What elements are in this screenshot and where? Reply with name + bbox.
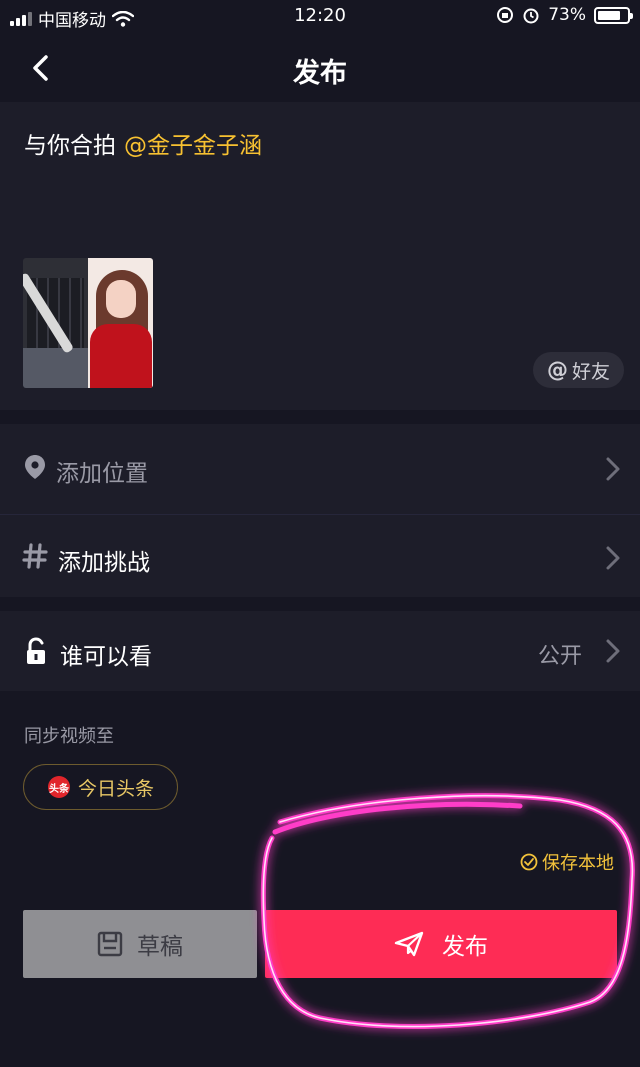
- mention-tag[interactable]: @金子金子涵: [124, 133, 262, 159]
- page-title: 发布: [293, 58, 347, 89]
- thumbnail-left: [23, 258, 88, 388]
- alarm-icon: [523, 8, 539, 24]
- video-thumbnail[interactable]: [23, 258, 153, 388]
- add-challenge-label: 添加挑战: [58, 550, 150, 576]
- add-location-label: 添加位置: [56, 461, 148, 487]
- visibility-value: 公开: [537, 644, 582, 669]
- add-location-row[interactable]: 添加位置: [0, 424, 640, 514]
- visibility-label: 谁可以看: [60, 644, 152, 670]
- location-pin-icon: [25, 455, 45, 479]
- visibility-row[interactable]: 谁可以看 公开: [0, 611, 640, 691]
- thumbnail-right: [88, 258, 153, 388]
- at-icon: @: [546, 358, 568, 382]
- save-local-label: 保存本地: [542, 853, 614, 874]
- status-bar: 中国移动 12:20 73%: [0, 0, 640, 34]
- check-circle-icon: [520, 853, 538, 871]
- hashtag-icon: [22, 543, 48, 569]
- sync-label: 同步视频至: [24, 726, 114, 747]
- publish-label: 发布: [442, 934, 488, 960]
- toutiao-logo: 头条: [48, 776, 70, 798]
- draft-label: 草稿: [137, 934, 183, 960]
- chevron-right-icon: [606, 546, 620, 570]
- add-challenge-row[interactable]: 添加挑战: [0, 515, 640, 597]
- toutiao-label: 今日头条: [78, 777, 155, 800]
- publish-button[interactable]: 发布: [265, 910, 617, 978]
- paper-plane-icon: [394, 931, 424, 957]
- battery-icon: [594, 6, 633, 24]
- mention-friend-button[interactable]: @ 好友: [532, 352, 624, 388]
- save-local-toggle[interactable]: 保存本地: [520, 849, 614, 875]
- battery-percent: 73%: [548, 5, 586, 25]
- toutiao-sync-toggle[interactable]: 头条 今日头条: [23, 764, 178, 810]
- rotation-lock-icon: [497, 7, 514, 23]
- draft-box-icon: [97, 931, 123, 957]
- status-right: 73%: [496, 5, 633, 25]
- caption-panel[interactable]: 与你合拍 @金子金子涵 @ 好友: [0, 102, 640, 410]
- nav-bar: 发布: [0, 34, 640, 102]
- chevron-right-icon: [606, 457, 620, 481]
- caption-text[interactable]: 与你合拍 @金子金子涵: [24, 126, 262, 160]
- caption-prefix: 与你合拍: [24, 133, 116, 159]
- unlock-icon: [27, 637, 45, 664]
- draft-button[interactable]: 草稿: [23, 910, 257, 978]
- chevron-right-icon: [606, 639, 620, 663]
- friend-label: 好友: [571, 360, 610, 383]
